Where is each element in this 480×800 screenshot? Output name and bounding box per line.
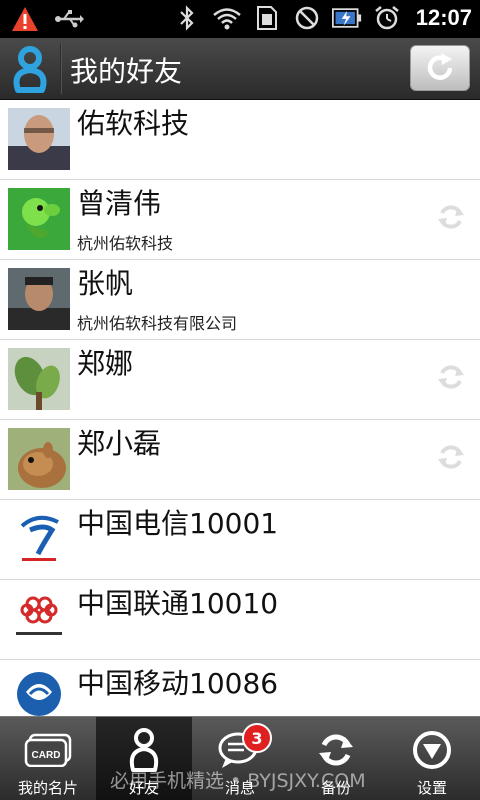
tab-friends[interactable]: 好友 — [96, 717, 192, 800]
tab-label: 好友 — [128, 779, 159, 797]
contact-company: 杭州佑软科技 — [77, 234, 174, 253]
list-item[interactable]: 中国联通10010 — [0, 580, 480, 660]
contact-company: 杭州佑软科技有限公司 — [77, 314, 238, 333]
tab-label: 备份 — [320, 779, 351, 797]
contact-name: 中国电信10001 — [77, 507, 279, 540]
contact-name: 郑娜 — [77, 347, 134, 380]
page-title: 我的好友 — [70, 55, 183, 88]
list-item[interactable]: 曾清伟 杭州佑软科技 — [0, 180, 480, 260]
friend-icon — [120, 727, 168, 773]
sync-icon[interactable] — [436, 362, 466, 392]
title-divider — [60, 44, 62, 94]
avatar — [8, 348, 70, 410]
contact-name: 曾清伟 — [77, 187, 162, 220]
list-item[interactable]: 佑软科技 — [0, 100, 480, 180]
tab-settings[interactable]: 设置 — [384, 717, 480, 800]
contact-name: 郑小磊 — [77, 427, 162, 460]
china-telecom-logo — [8, 508, 70, 570]
tab-backup[interactable]: 备份 — [288, 717, 384, 800]
list-item[interactable]: 张帆 杭州佑软科技有限公司 — [0, 260, 480, 340]
refresh-button[interactable] — [410, 45, 470, 91]
avatar — [8, 188, 70, 250]
backup-icon — [312, 727, 360, 773]
alarm-icon — [372, 3, 402, 33]
contact-name: 佑软科技 — [77, 107, 190, 140]
refresh-icon — [427, 53, 453, 80]
china-mobile-logo — [8, 668, 70, 716]
list-item[interactable]: 中国移动10086 — [0, 660, 480, 716]
svg-text:CARD: CARD — [32, 750, 61, 761]
contact-name: 张帆 — [77, 267, 134, 300]
tab-label: 设置 — [416, 779, 447, 797]
status-clock: 12:07 — [415, 5, 472, 30]
status-bar: 12:07 — [0, 0, 480, 38]
app-logo-icon — [6, 44, 54, 94]
settings-icon — [408, 727, 456, 773]
china-unicom-logo — [8, 588, 70, 650]
unread-badge: 3 — [242, 723, 272, 753]
contact-name: 中国移动10086 — [77, 667, 279, 700]
tab-label: 我的名片 — [17, 779, 78, 797]
tab-messages[interactable]: 3 消息 — [192, 717, 288, 800]
list-item[interactable]: 郑娜 — [0, 340, 480, 420]
list-item[interactable]: 中国电信10001 — [0, 500, 480, 580]
tab-my-card[interactable]: CARD 我的名片 — [0, 717, 96, 800]
friend-list[interactable]: 佑软科技 曾清伟 杭州佑软科技 张帆 杭州佑软科技有限公司 郑娜 郑小磊 中国电… — [0, 100, 480, 716]
wifi-icon — [212, 3, 242, 33]
contact-name: 中国联通10010 — [77, 587, 279, 620]
sim-icon — [252, 3, 282, 33]
sync-icon[interactable] — [436, 442, 466, 472]
avatar — [8, 108, 70, 170]
avatar — [8, 428, 70, 490]
list-item[interactable]: 郑小磊 — [0, 420, 480, 500]
battery-icon — [331, 3, 362, 33]
warning-icon — [10, 4, 40, 34]
avatar — [8, 268, 70, 330]
title-bar: 我的好友 — [0, 38, 480, 100]
usb-icon — [54, 4, 84, 34]
card-icon: CARD — [24, 727, 72, 773]
bluetooth-icon — [172, 3, 202, 33]
no-signal-icon — [292, 3, 322, 33]
bottom-tab-bar: CARD 我的名片 好友 3 消息 备份 设置 — [0, 716, 480, 800]
tab-label: 消息 — [224, 779, 255, 797]
sync-icon[interactable] — [436, 202, 466, 232]
